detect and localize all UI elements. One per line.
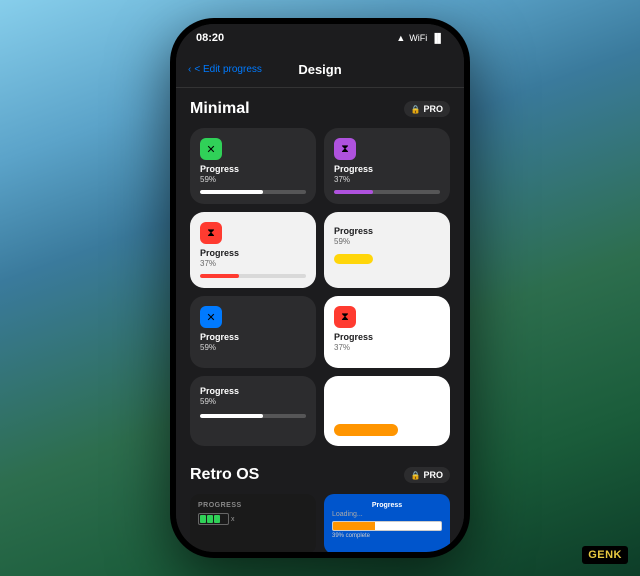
widget-card-2[interactable]: ⧗ Progress 37% xyxy=(324,128,450,204)
section-header: Minimal 🔒 PRO xyxy=(190,100,450,118)
retro-section: Retro OS 🔒 PRO PROGRESS xyxy=(176,454,464,552)
widget-icon-5: ✕ xyxy=(200,306,222,328)
retro-grid: PROGRESS x Progr xyxy=(190,494,450,552)
genk-k: K xyxy=(614,549,622,561)
back-button[interactable]: ‹ < Edit progress xyxy=(188,64,262,75)
widget-card-5[interactable]: ✕ Progress 59% xyxy=(190,296,316,368)
widget-label-6: Progress xyxy=(334,332,440,342)
battery-cell-4 xyxy=(221,515,227,523)
signal-icon: ▲ xyxy=(396,33,405,43)
widget-value-7: 59% xyxy=(200,397,306,406)
battery-body xyxy=(198,513,229,525)
retro-lock-icon: 🔒 xyxy=(411,471,421,480)
widget-value-5: 59% xyxy=(200,343,306,352)
genk-badge: GENK xyxy=(582,546,628,564)
status-bar: 08:20 ▲ WiFi ▐▌ xyxy=(176,24,464,52)
battery-icon: ▐▌ xyxy=(431,33,444,43)
retro-pro-badge: 🔒 PRO xyxy=(404,467,450,483)
widget-card-8[interactable] xyxy=(324,376,450,446)
widget-label-5: Progress xyxy=(200,332,306,342)
widget-value-6: 37% xyxy=(334,343,440,352)
widget-grid-row1: ✕ Progress 59% ⧗ Progress 37% xyxy=(190,128,450,288)
nav-title: Design xyxy=(298,62,341,77)
minimal-title: Minimal xyxy=(190,100,250,118)
widget-label-2: Progress xyxy=(334,164,440,174)
retro-progress-fill xyxy=(333,522,375,530)
back-label: < Edit progress xyxy=(194,64,262,75)
yellow-bar-container xyxy=(334,254,440,264)
progress-bar-3 xyxy=(200,274,306,278)
retro-title: Retro OS xyxy=(190,466,259,484)
scroll-content[interactable]: Minimal 🔒 PRO ✕ Progress 59% xyxy=(176,88,464,552)
retro-complete: 39% complete xyxy=(332,533,442,539)
progress-bar-1 xyxy=(200,190,306,194)
phone-screen: 08:20 ▲ WiFi ▐▌ ‹ < Edit progress Design… xyxy=(176,24,464,552)
widget-icon-1: ✕ xyxy=(200,138,222,160)
progress-fill-3 xyxy=(200,274,239,278)
nav-bar: ‹ < Edit progress Design xyxy=(176,52,464,88)
widget-icon-6: ⧗ xyxy=(334,306,356,328)
retro-dark-label: PROGRESS xyxy=(198,502,308,509)
widget-card-3[interactable]: ⧗ Progress 37% xyxy=(190,212,316,288)
progress-bar-2 xyxy=(334,190,440,194)
widget-icon-3: ⧗ xyxy=(200,222,222,244)
widget-value-4: 59% xyxy=(334,237,440,246)
phone-frame: 08:20 ▲ WiFi ▐▌ ‹ < Edit progress Design… xyxy=(170,18,470,558)
widget-label-4: Progress xyxy=(334,226,440,236)
widget-value-1: 59% xyxy=(200,175,306,184)
progress-fill-1 xyxy=(200,190,263,194)
status-time: 08:20 xyxy=(196,32,224,44)
retro-card-blue[interactable]: Progress Loading... 39% complete xyxy=(324,494,450,552)
progress-fill-2 xyxy=(334,190,373,194)
progress-bar-7 xyxy=(200,414,306,418)
yellow-bar xyxy=(334,254,373,264)
widget-icon-2: ⧗ xyxy=(334,138,356,160)
widget-grid-row3: Progress 59% xyxy=(190,376,450,446)
widget-spacer xyxy=(334,386,440,416)
wifi-icon: WiFi xyxy=(409,33,427,43)
minimal-section: Minimal 🔒 PRO ✕ Progress 59% xyxy=(176,88,464,454)
widget-card-6[interactable]: ⧗ Progress 37% xyxy=(324,296,450,368)
widget-label-7: Progress xyxy=(200,386,306,396)
status-icons: ▲ WiFi ▐▌ xyxy=(396,33,444,43)
retro-battery: x xyxy=(198,513,308,525)
genk-text: GEN xyxy=(588,549,613,561)
widget-value-2: 37% xyxy=(334,175,440,184)
widget-card-4[interactable]: Progress 59% xyxy=(324,212,450,288)
retro-section-header: Retro OS 🔒 PRO xyxy=(190,466,450,484)
orange-bar xyxy=(334,424,398,436)
widget-card-7[interactable]: Progress 59% xyxy=(190,376,316,446)
widget-card-1[interactable]: ✕ Progress 59% xyxy=(190,128,316,204)
retro-loading: Loading... xyxy=(332,511,442,518)
chevron-left-icon: ‹ xyxy=(188,64,191,75)
retro-blue-label: Progress xyxy=(332,502,442,509)
battery-x: x xyxy=(231,516,235,523)
battery-cell-3 xyxy=(214,515,220,523)
progress-fill-7 xyxy=(200,414,263,418)
widget-grid-row2: ✕ Progress 59% ⧗ Progress 37% xyxy=(190,296,450,368)
widget-label-1: Progress xyxy=(200,164,306,174)
widget-label-3: Progress xyxy=(200,248,306,258)
retro-card-dark[interactable]: PROGRESS x xyxy=(190,494,316,552)
battery-cell-2 xyxy=(207,515,213,523)
pro-badge: 🔒 PRO xyxy=(404,101,450,117)
retro-pro-label: PRO xyxy=(423,470,443,480)
widget-value-3: 37% xyxy=(200,259,306,268)
battery-cell-1 xyxy=(200,515,206,523)
lock-icon: 🔒 xyxy=(411,105,421,114)
retro-progress-bar xyxy=(332,521,442,531)
pro-label: PRO xyxy=(423,104,443,114)
